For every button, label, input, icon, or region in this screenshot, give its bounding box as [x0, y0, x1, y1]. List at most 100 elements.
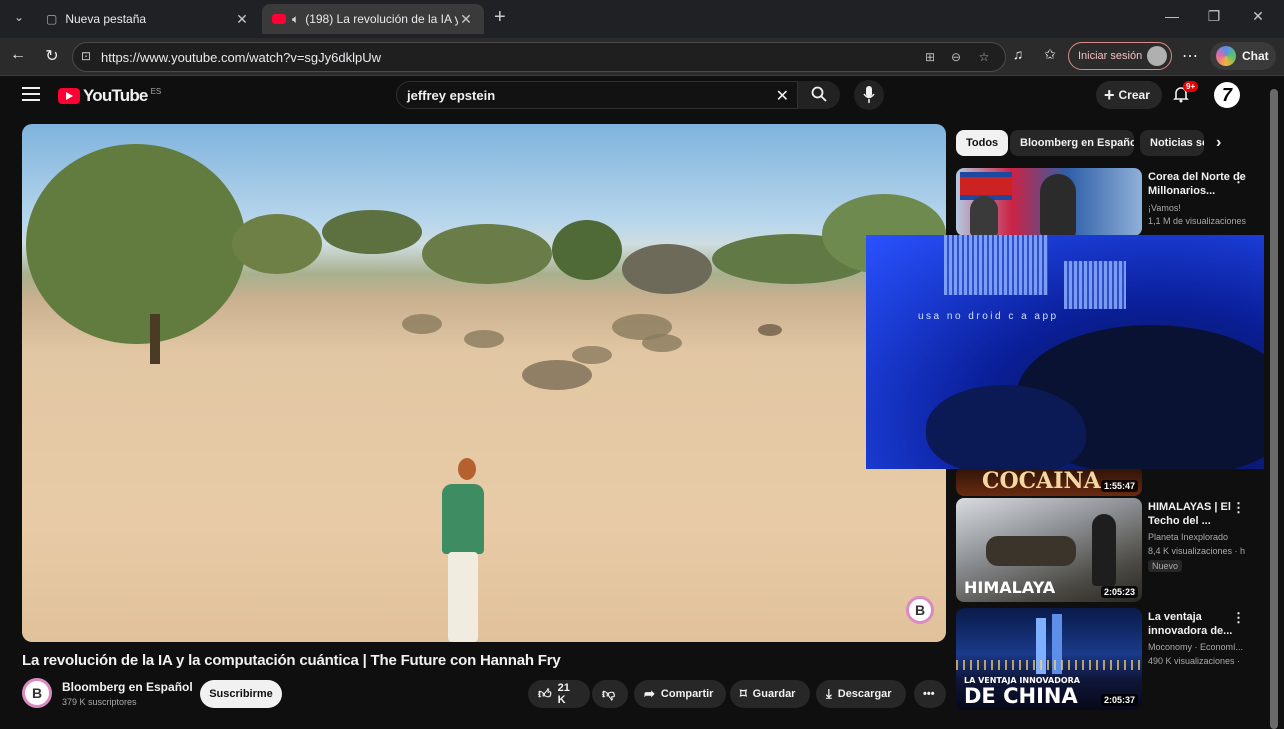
site-info-icon[interactable]: ⊡	[81, 49, 91, 63]
sign-in-label: Iniciar sesión	[1078, 50, 1143, 62]
speaker-icon[interactable]: 🔈︎	[292, 12, 299, 27]
account-avatar[interactable]: 7	[1214, 82, 1240, 108]
share-label: Compartir	[660, 688, 714, 700]
tab-list-dropdown-icon[interactable]: ⌄	[10, 10, 28, 28]
download-icon: ⤓	[826, 686, 832, 701]
video-player[interactable]: B	[22, 124, 946, 642]
copilot-chat-button[interactable]: Chat	[1210, 42, 1276, 70]
app-available-icon[interactable]: ⊞	[921, 50, 939, 66]
recommendation-thumbnail[interactable]	[956, 168, 1142, 236]
url-text: https://www.youtube.com/watch?v=sgJy6dkl…	[101, 49, 381, 65]
browser-tab-bar: ⌄ ▢ Nueva pestaña ✕ 🔈︎ (198) La revoluci…	[0, 0, 1284, 38]
recommendation-views: 490 K visualizaciones ·	[1148, 656, 1241, 666]
light-panel-graphic	[944, 235, 1048, 295]
recommendation-thumbnail[interactable]: LA VENTAJA INNOVADORA DE CHINA 2:05:37	[956, 608, 1142, 710]
create-button[interactable]: + Crear	[1096, 81, 1162, 109]
tree-graphic	[422, 224, 552, 284]
notifications-button[interactable]: 9+	[1172, 81, 1199, 105]
tree-graphic	[26, 144, 246, 344]
page-icon: ▢	[46, 12, 58, 26]
chip-bloomberg[interactable]: Bloomberg en Español	[1010, 130, 1134, 156]
close-window-icon[interactable]: ✕	[1246, 8, 1270, 28]
like-count: 21 K	[557, 682, 570, 706]
tab-title: Nueva pestaña	[65, 12, 147, 26]
reload-icon[interactable]: ↻	[40, 46, 64, 68]
new-tab-button[interactable]: +	[494, 6, 506, 29]
chat-label: Chat	[1242, 49, 1269, 63]
dislike-button[interactable]: 👎︎	[592, 680, 628, 708]
minimize-icon[interactable]: —	[1160, 8, 1184, 28]
more-vertical-icon[interactable]: ⋮	[1232, 610, 1245, 626]
close-tab-icon[interactable]: ✕	[458, 11, 474, 28]
like-button[interactable]: 👍︎ 21 K	[528, 680, 590, 708]
video-duration: 2:05:37	[1100, 694, 1138, 706]
shrub-graphic	[642, 334, 682, 352]
download-label: Descargar	[837, 688, 892, 700]
channel-avatar[interactable]: B	[22, 678, 52, 708]
sign-in-button[interactable]: Iniciar sesión	[1068, 42, 1172, 70]
youtube-header: YouTube ES jeffrey epstein ✕ + Crear 9+ …	[0, 77, 1264, 117]
more-actions-button[interactable]: •••	[914, 680, 946, 708]
profile-avatar-icon	[1147, 46, 1167, 66]
chip-news[interactable]: Noticias so	[1140, 130, 1204, 156]
tree-graphic	[232, 214, 322, 274]
person-graphic	[1092, 514, 1116, 586]
clear-search-icon[interactable]: ✕	[776, 86, 789, 106]
channel-watermark[interactable]: B	[906, 596, 934, 624]
close-tab-icon[interactable]: ✕	[234, 11, 250, 28]
youtube-logo[interactable]: YouTube ES	[58, 86, 161, 106]
thumbs-down-icon: 👎︎	[602, 686, 616, 701]
address-bar[interactable]: ⊡ https://www.youtube.com/watch?v=sgJy6d…	[72, 42, 1006, 72]
chip-all[interactable]: Todos	[956, 130, 1009, 156]
person-graphic	[448, 552, 478, 642]
media-control-icon[interactable]: ♫	[1006, 46, 1030, 68]
person-graphic	[442, 484, 484, 554]
tree-graphic	[322, 210, 422, 254]
save-label: Guardar	[752, 688, 796, 700]
share-button[interactable]: ➦ Compartir	[634, 680, 726, 708]
city-lights-graphic	[956, 660, 1142, 670]
video-duration: 2:05:23	[1100, 586, 1138, 598]
scrollbar-thumb[interactable]	[1270, 89, 1278, 729]
overlay-caption: usa no droid c a app	[918, 311, 1059, 322]
voice-search-button[interactable]	[854, 80, 884, 110]
restore-icon[interactable]: ❐	[1202, 8, 1226, 28]
tab-youtube-video[interactable]: 🔈︎ (198) La revolución de la IA y la com…	[262, 4, 484, 34]
tree-graphic	[552, 220, 622, 280]
channel-name[interactable]: Bloomberg en Español	[62, 680, 193, 694]
recommendation-thumbnail[interactable]: COCAINA 1:55:47	[956, 466, 1142, 496]
subscribe-button[interactable]: Suscribirme	[200, 680, 282, 708]
back-arrow-icon[interactable]: ←	[6, 46, 30, 68]
shrub-graphic	[758, 324, 782, 336]
more-vertical-icon[interactable]: ⋮	[1232, 500, 1245, 516]
light-panel-graphic	[1064, 261, 1126, 309]
favorite-star-icon[interactable]: ☆	[975, 50, 993, 66]
shrub-graphic	[464, 330, 504, 348]
more-vertical-icon[interactable]: ⋮	[1232, 170, 1245, 186]
video-duration: 1:55:47	[1100, 480, 1138, 492]
thumbnail-text: HIMALAYA	[964, 578, 1056, 597]
overlay-video-frame[interactable]: usa no droid c a app	[866, 235, 1284, 469]
favorites-icon[interactable]: ✩	[1038, 46, 1062, 68]
page-scrollbar[interactable]	[1264, 77, 1284, 729]
search-button[interactable]	[798, 81, 840, 109]
more-menu-icon[interactable]: ⋯	[1178, 46, 1202, 68]
recommendation-thumbnail[interactable]: HIMALAYA 2:05:23	[956, 498, 1142, 602]
country-code: ES	[150, 86, 162, 96]
tab-new-tab[interactable]: ▢ Nueva pestaña ✕	[36, 4, 260, 34]
save-button[interactable]: ⌑ Guardar	[730, 680, 810, 708]
shrub-graphic	[402, 314, 442, 334]
chips-next-icon[interactable]: ›	[1216, 134, 1221, 152]
share-arrow-icon: ➦	[644, 686, 655, 701]
yak-graphic	[986, 536, 1076, 566]
recommendation-views: 1,1 M de visualizaciones	[1148, 216, 1247, 226]
tree-graphic	[622, 244, 712, 294]
zoom-icon[interactable]: ⊖	[947, 50, 965, 66]
download-button[interactable]: ⤓ Descargar	[816, 680, 906, 708]
menu-hamburger-icon[interactable]	[22, 87, 40, 101]
youtube-play-icon	[58, 88, 80, 104]
new-badge: Nuevo	[1148, 560, 1183, 572]
search-input[interactable]: jeffrey epstein ✕	[396, 81, 798, 109]
person-graphic	[458, 458, 476, 480]
microphone-icon	[863, 86, 875, 103]
